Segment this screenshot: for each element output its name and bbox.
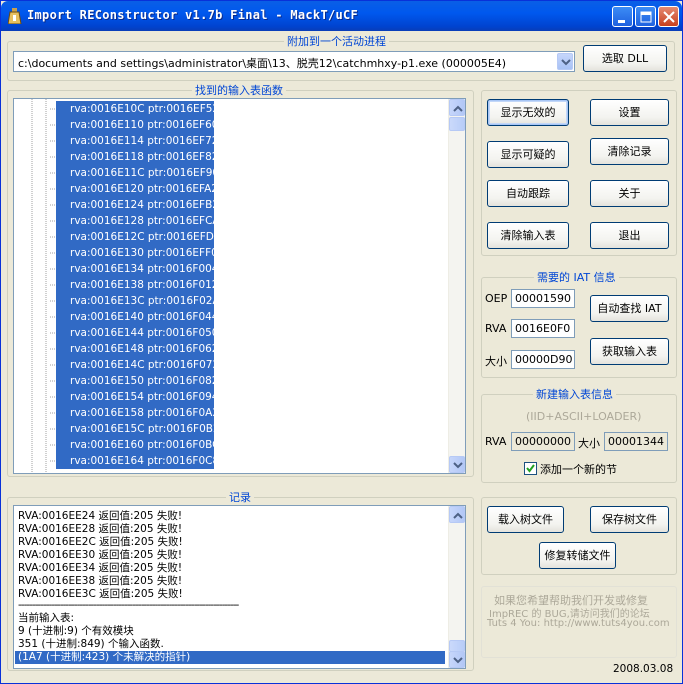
tree-row[interactable]: rva:0016E120 ptr:0016EFA2 <box>56 181 218 197</box>
exit-button[interactable]: 退出 <box>590 222 669 249</box>
scroll-down-icon[interactable] <box>449 456 465 473</box>
scroll-up-icon[interactable] <box>449 506 465 523</box>
log-scrollbar[interactable] <box>448 506 465 668</box>
close-button[interactable] <box>658 6 679 27</box>
tree-row[interactable]: rva:0016E114 ptr:0016EF72 <box>56 133 218 149</box>
get-imports-button[interactable]: 获取输入表 <box>590 338 669 365</box>
scroll-up-icon[interactable] <box>449 99 465 116</box>
tree-row[interactable]: rva:0016E158 ptr:0016F0A2 <box>56 405 219 421</box>
log-summary-line: 351 (十进制:849) 个输入函数. <box>18 638 164 650</box>
log-line: RVA:0016EE34 返回值:205 失败! <box>18 562 183 574</box>
oep-field[interactable]: 00001590 <box>511 289 575 308</box>
scroll-down-icon[interactable] <box>449 651 465 668</box>
tree-row[interactable]: rva:0016E11C ptr:0016EF90 <box>56 165 219 181</box>
minimize-button[interactable] <box>612 6 633 27</box>
build-date: 2008.03.08 <box>613 663 674 675</box>
tree-row[interactable]: rva:0016E110 ptr:0016EF60 <box>56 117 218 133</box>
tree-row[interactable]: rva:0016E140 ptr:0016F044 <box>56 309 219 325</box>
iat-autosearch-button[interactable]: 自动查找 IAT <box>590 295 669 322</box>
log-separator: ----------------------------------------… <box>18 599 239 611</box>
checkmark-icon <box>526 464 535 473</box>
new-size-field[interactable]: 00001344 <box>604 432 668 451</box>
tree-row[interactable]: rva:0016E10C ptr:0016EF52 <box>56 101 219 117</box>
tree-row[interactable]: rva:0016E134 ptr:0016F004 <box>56 261 219 277</box>
process-select-value: c:\documents and settings\administrator\… <box>18 57 507 70</box>
log-line-selected: (1A7 (十进制:423) 个未解决的指针) <box>15 651 445 664</box>
title-bar[interactable]: Import REConstructor v1.7b Final - MackT… <box>1 1 682 31</box>
tree-row[interactable]: rva:0016E138 ptr:0016F012 <box>56 277 219 293</box>
clear-log-button[interactable]: 清除记录 <box>590 138 669 165</box>
pick-dll-button[interactable]: 选取 DLL <box>583 45 667 72</box>
log-group-label: 记录 <box>226 489 254 505</box>
tree-row[interactable]: rva:0016E154 ptr:0016F094 <box>56 389 219 405</box>
app-window: Import REConstructor v1.7b Final - MackT… <box>0 0 683 684</box>
process-group-label: 附加到一个活动进程 <box>284 33 389 49</box>
log-line: RVA:0016EE28 返回值:205 失败! <box>18 523 183 535</box>
minimize-icon <box>618 20 625 23</box>
chevron-down-icon[interactable] <box>557 53 573 70</box>
add-section-label: 添加一个新的节 <box>540 463 617 476</box>
new-rva-label: RVA <box>485 435 507 448</box>
tree-row[interactable]: rva:0016E144 ptr:0016F050 <box>56 325 219 341</box>
log-summary-line: 9 (十进制:9) 个有效模块 <box>18 625 134 637</box>
auto-trace-button[interactable]: 自动跟踪 <box>487 180 569 207</box>
iat-group-label: 需要的 IAT 信息 <box>534 269 619 285</box>
tree-row[interactable]: rva:0016E128 ptr:0016EFCA <box>56 213 220 229</box>
settings-button[interactable]: 设置 <box>590 99 669 126</box>
window-title: Import REConstructor v1.7b Final - MackT… <box>27 8 359 22</box>
process-select[interactable]: c:\documents and settings\administrator\… <box>13 51 575 72</box>
tree-row[interactable]: rva:0016E14C ptr:0016F072 <box>56 357 219 373</box>
tree-row[interactable]: rva:0016E130 ptr:0016EFF0 <box>56 245 218 261</box>
new-import-group-label: 新建输入表信息 <box>533 386 616 402</box>
imports-tree[interactable]: rva:0016E10C ptr:0016EF52 rva:0016E110 pt… <box>13 98 466 474</box>
scroll-thumb[interactable] <box>449 117 465 131</box>
log-line: RVA:0016EE38 返回值:205 失败! <box>18 575 183 587</box>
rva-label: RVA <box>485 322 507 335</box>
size-label: 大小 <box>485 355 507 368</box>
tree-row[interactable]: rva:0016E118 ptr:0016EF82 <box>56 149 218 165</box>
oep-label: OEP <box>485 292 508 305</box>
show-suspect-button[interactable]: 显示可疑的 <box>487 141 569 168</box>
maximize-button[interactable] <box>635 6 656 27</box>
new-rva-field[interactable]: 00000000 <box>511 432 575 451</box>
tree-row[interactable]: rva:0016E164 ptr:0016F0C8 <box>56 453 219 469</box>
show-invalid-button[interactable]: 显示无效的 <box>487 99 569 126</box>
imports-group-label: 找到的输入表函数 <box>192 82 286 98</box>
about-button[interactable]: 关于 <box>590 180 669 207</box>
maximize-icon <box>640 11 652 23</box>
fix-dump-button[interactable]: 修复转储文件 <box>539 542 616 569</box>
log-line: RVA:0016EE2C 返回值:205 失败! <box>18 536 183 548</box>
tree-row[interactable]: rva:0016E13C ptr:0016F02A <box>56 293 220 309</box>
save-tree-button[interactable]: 保存树文件 <box>590 506 669 533</box>
new-import-subtitle: (IID+ASCII+LOADER) <box>526 410 642 423</box>
tree-row[interactable]: rva:0016E15C ptr:0016F0B2 <box>56 421 220 437</box>
tree-row[interactable]: rva:0016E124 ptr:0016EFB2 <box>56 197 219 213</box>
log-list[interactable]: RVA:0016EE24 返回值:205 失败! RVA:0016EE28 返回值… <box>13 505 466 669</box>
app-icon <box>8 8 22 24</box>
load-tree-button[interactable]: 载入树文件 <box>487 506 564 533</box>
promo-link[interactable]: Tuts 4 You: http://www.tuts4you.com <box>487 618 670 629</box>
tree-row[interactable]: rva:0016E160 ptr:0016F0BC <box>56 437 219 453</box>
rva-field[interactable]: 0016E0F0 <box>511 319 575 338</box>
tree-row[interactable]: rva:0016E150 ptr:0016F082 <box>56 373 219 389</box>
log-line: RVA:0016EE30 返回值:205 失败! <box>18 549 183 561</box>
new-size-label: 大小 <box>578 437 600 450</box>
tree-row[interactable]: rva:0016E148 ptr:0016F062 <box>56 341 219 357</box>
imports-scrollbar[interactable] <box>448 99 465 473</box>
size-field[interactable]: 00000D90 <box>511 350 575 369</box>
log-line: RVA:0016EE24 返回值:205 失败! <box>18 510 183 522</box>
tree-row[interactable]: rva:0016E12C ptr:0016EFD8 <box>56 229 221 245</box>
log-summary-line: 当前输入表: <box>18 612 75 624</box>
clear-imports-button[interactable]: 清除输入表 <box>487 222 569 249</box>
add-section-checkbox[interactable] <box>524 462 537 475</box>
close-icon <box>663 11 675 23</box>
